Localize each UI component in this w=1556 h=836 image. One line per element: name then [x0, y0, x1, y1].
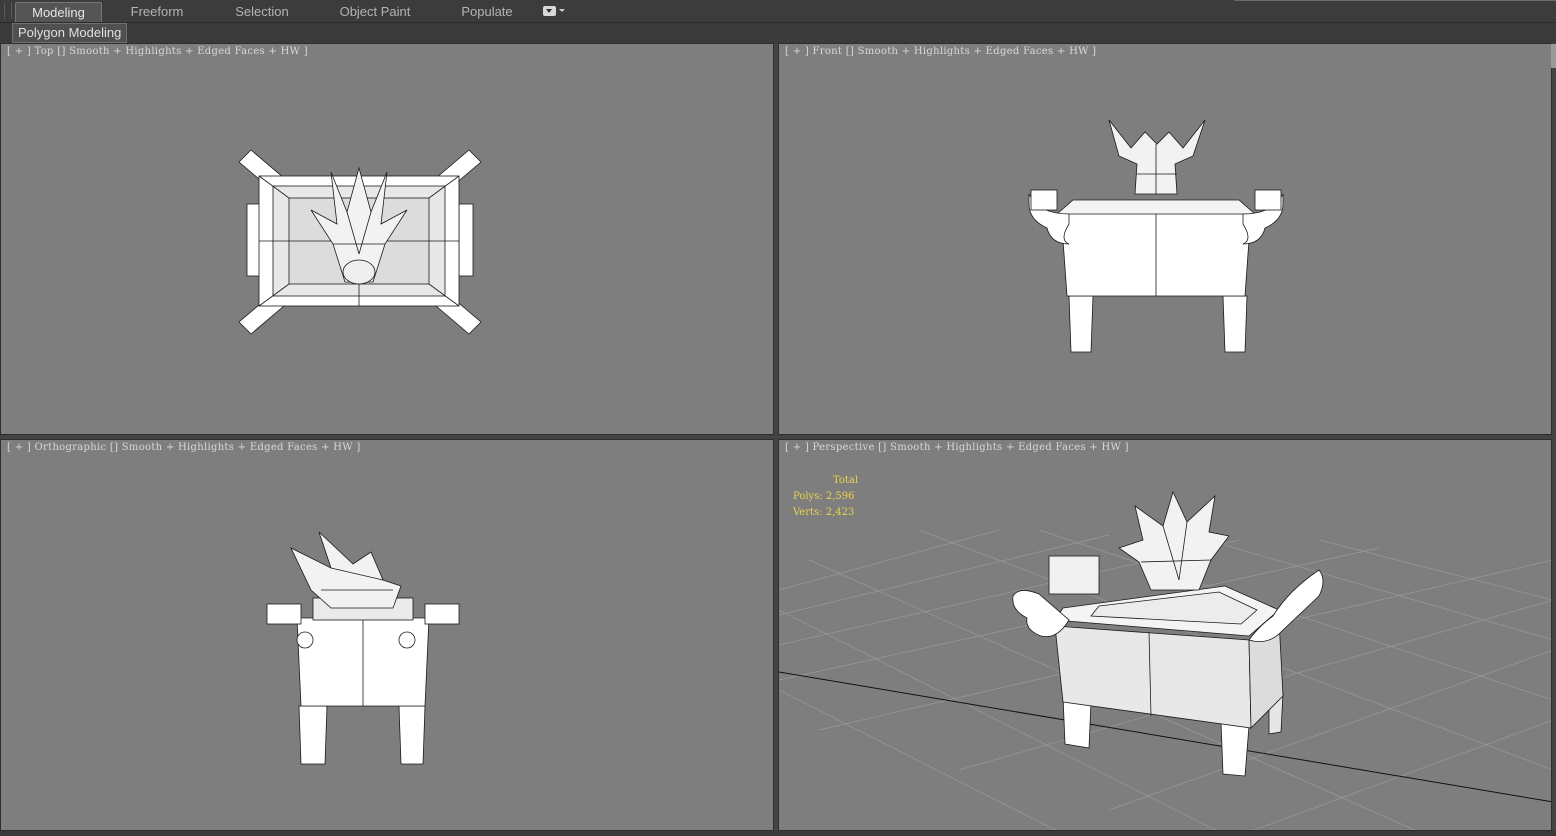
viewport-top[interactable]: [ + ] Top [] Smooth + Highlights + Edged…	[0, 43, 774, 435]
bottom-strip	[0, 831, 1556, 836]
dragon-head	[290, 531, 402, 609]
viewport-perspective[interactable]: [ + ] Perspective [] Smooth + Highlights…	[778, 439, 1552, 831]
side-handle	[266, 603, 302, 625]
ribbon-options-dropdown[interactable]	[543, 6, 565, 17]
leg	[298, 705, 328, 765]
ribbon-grip-handle[interactable]	[4, 3, 12, 19]
front-view-model	[1028, 119, 1284, 353]
viewport-scrollbar[interactable]	[1551, 44, 1556, 68]
lid-post	[1048, 555, 1100, 595]
viewport-orthographic[interactable]: [ + ] Orthographic [] Smooth + Highlight…	[0, 439, 774, 831]
tab-freeform[interactable]: Freeform	[118, 2, 196, 21]
dragon-head	[1108, 119, 1206, 195]
dragon-head	[1118, 490, 1230, 591]
tab-selection[interactable]: Selection	[222, 2, 302, 21]
handle-scroll	[398, 631, 416, 649]
chevron-down-icon	[559, 9, 565, 12]
viewport-front[interactable]: [ + ] Front [] Smooth + Highlights + Edg…	[778, 43, 1552, 435]
leg	[1068, 295, 1094, 353]
handle-scroll	[296, 631, 314, 649]
ribbon-panel: Polygon Modeling	[0, 23, 1556, 43]
leg	[1220, 721, 1250, 777]
tab-object-paint[interactable]: Object Paint	[330, 2, 420, 21]
handle-cap	[1030, 189, 1058, 211]
tab-populate[interactable]: Populate	[448, 2, 526, 21]
leg	[398, 705, 426, 765]
handle-cap	[1254, 189, 1282, 211]
tab-modeling[interactable]: Modeling	[15, 2, 102, 22]
perspective-view-model	[779, 490, 1551, 830]
side-handle	[1012, 590, 1070, 638]
polygon-modeling-button[interactable]: Polygon Modeling	[12, 23, 128, 43]
lid	[1055, 199, 1257, 215]
orthographic-view-model	[266, 531, 460, 765]
leg	[1222, 295, 1248, 353]
ribbon-options-icon	[543, 6, 556, 16]
side-handle	[458, 203, 474, 277]
side-handle	[424, 603, 460, 625]
top-view-model	[238, 149, 482, 335]
ribbon-tab-bar: Modeling Freeform Selection Object Paint…	[0, 0, 1556, 23]
divider	[1234, 0, 1556, 1]
